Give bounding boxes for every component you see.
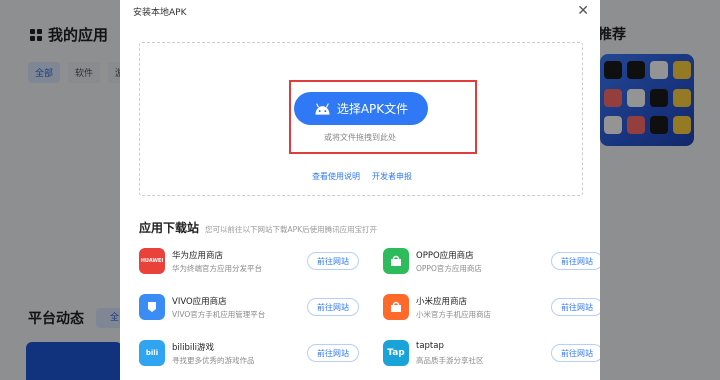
bilibili-logo-icon: bili bbox=[139, 340, 165, 366]
visit-site-button[interactable]: 前往网站 bbox=[307, 252, 359, 270]
close-icon[interactable]: ✕ bbox=[577, 4, 589, 18]
store-name: 华为应用商店 bbox=[172, 251, 224, 261]
apk-drop-zone[interactable]: 选择APK文件 或将文件拖拽到此处 查看使用说明 开发者申报 bbox=[139, 42, 583, 196]
store-name: taptap bbox=[416, 341, 444, 351]
developer-report-link[interactable]: 开发者申报 bbox=[372, 171, 412, 182]
store-huawei: HUAWEI 华为应用商店 华为终端官方应用分发平台 前往网站 bbox=[139, 248, 359, 278]
dialog-title: 安装本地APK bbox=[133, 7, 187, 18]
download-section-header: 应用下载站 您可以前往以下网站下载APK后使用腾讯应用宝打开 bbox=[139, 219, 377, 236]
choose-apk-label: 选择APK文件 bbox=[336, 102, 409, 116]
dialog-header: 安装本地APK ✕ bbox=[120, 0, 600, 22]
install-apk-dialog: 安装本地APK ✕ 选择APK文件 或将文件拖拽到此处 查看使用说明 开发者申报… bbox=[120, 0, 600, 380]
store-desc: 华为终端官方应用分发平台 bbox=[172, 264, 262, 273]
store-desc: OPPO官方应用商店 bbox=[416, 264, 482, 273]
visit-site-button[interactable]: 前往网站 bbox=[307, 298, 359, 316]
store-vivo: VIVO应用商店 VIVO官方手机应用管理平台 前往网站 bbox=[139, 294, 359, 324]
store-name: OPPO应用商店 bbox=[416, 251, 474, 261]
store-taptap: Tap taptap 高品质手游分享社区 前往网站 bbox=[383, 340, 600, 370]
store-name: 小米应用商店 bbox=[416, 297, 468, 307]
visit-site-button[interactable]: 前往网站 bbox=[551, 344, 600, 362]
taptap-logo-icon: Tap bbox=[383, 340, 409, 366]
store-bilibili: bili bilibili游戏 寻找更多优秀的游戏作品 前往网站 bbox=[139, 340, 359, 370]
store-desc: VIVO官方手机应用管理平台 bbox=[172, 310, 266, 319]
drag-hint: 或将文件拖拽到此处 bbox=[324, 133, 396, 142]
huawei-logo-icon: HUAWEI bbox=[139, 248, 165, 274]
store-desc: 小米官方手机应用商店 bbox=[416, 310, 491, 319]
vivo-logo-icon bbox=[139, 294, 165, 320]
help-links: 查看使用说明 开发者申报 bbox=[140, 171, 584, 182]
xiaomi-logo-icon bbox=[383, 294, 409, 320]
store-xiaomi: 小米应用商店 小米官方手机应用商店 前往网站 bbox=[383, 294, 600, 324]
download-section-title: 应用下载站 bbox=[139, 221, 200, 235]
usage-guide-link[interactable]: 查看使用说明 bbox=[312, 171, 360, 182]
store-desc: 高品质手游分享社区 bbox=[416, 356, 484, 365]
download-section-subtitle: 您可以前往以下网站下载APK后使用腾讯应用宝打开 bbox=[205, 225, 378, 234]
store-desc: 寻找更多优秀的游戏作品 bbox=[172, 356, 255, 365]
visit-site-button[interactable]: 前往网站 bbox=[551, 298, 600, 316]
oppo-logo-icon bbox=[383, 248, 409, 274]
android-icon bbox=[315, 102, 330, 115]
store-name: bilibili游戏 bbox=[172, 343, 214, 353]
store-name: VIVO应用商店 bbox=[172, 297, 227, 307]
choose-apk-button[interactable]: 选择APK文件 bbox=[294, 92, 428, 125]
store-oppo: OPPO应用商店 OPPO官方应用商店 前往网站 bbox=[383, 248, 600, 278]
visit-site-button[interactable]: 前往网站 bbox=[307, 344, 359, 362]
visit-site-button[interactable]: 前往网站 bbox=[551, 252, 600, 270]
